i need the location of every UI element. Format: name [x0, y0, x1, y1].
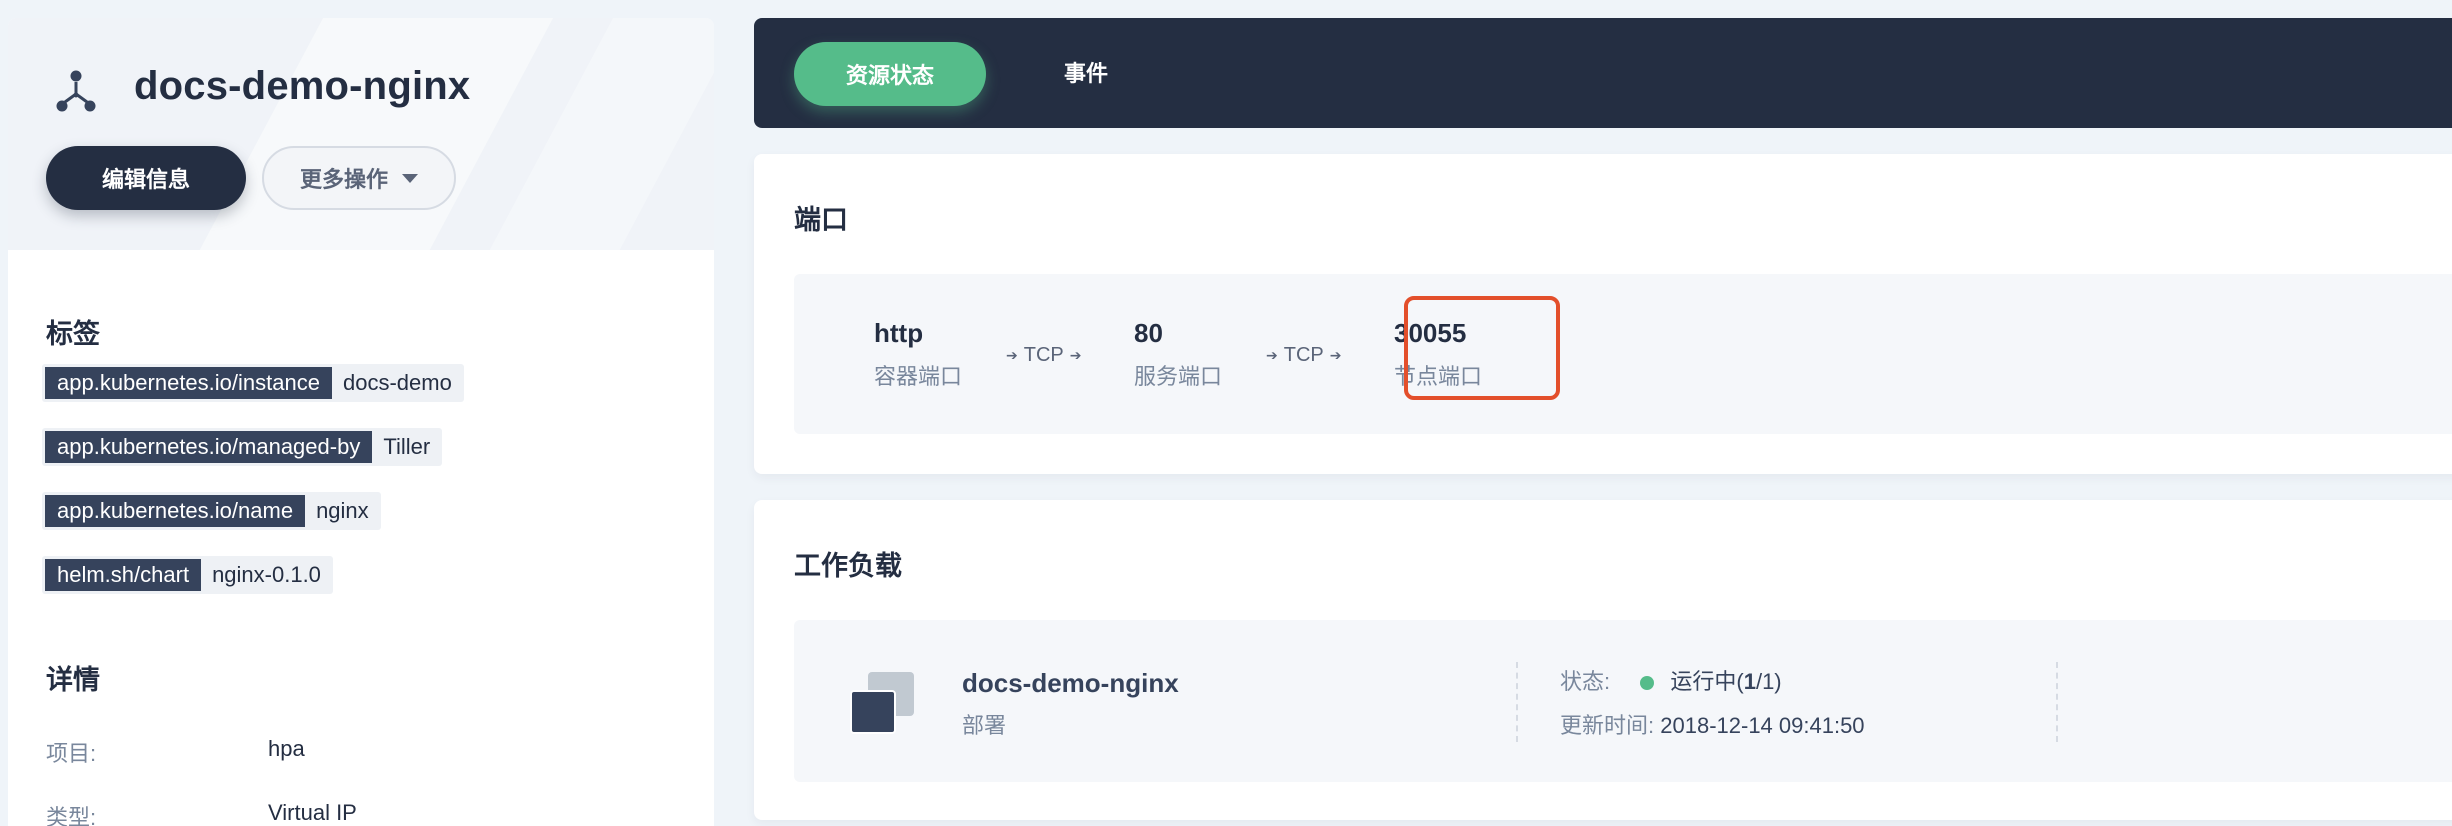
protocol-label: TCP [1023, 344, 1064, 366]
tag-item: app.kubernetes.io/managed-by Tiller [42, 428, 443, 466]
tag-value: docs-demo [342, 370, 452, 395]
service-port-value: 80 [1134, 318, 1163, 348]
deployment-icon [850, 672, 914, 736]
detail-label-type: 类型: [46, 805, 97, 826]
arrow-right-icon: ➔ [1006, 347, 1018, 363]
more-actions-label: 更多操作 [299, 167, 388, 192]
workload-name[interactable]: docs-demo-nginx [962, 668, 1179, 699]
detail-label-project: 项目: [46, 741, 97, 766]
tab-bar: 资源状态 事件 [754, 18, 2452, 128]
ports-card: 端口 http 容器端口 ➔ TCP ➔ 80 服务端口 ➔ TCP ➔ 300… [754, 154, 2452, 474]
deployment-icon-front [850, 690, 896, 734]
tag-value: nginx-0.1.0 [212, 562, 321, 587]
tag-item: helm.sh/chart nginx-0.1.0 [42, 556, 333, 594]
status-value-suffix: /1) [1755, 669, 1782, 694]
service-name: docs-demo-nginx [134, 64, 471, 108]
tag-item: app.kubernetes.io/instance docs-demo [42, 364, 464, 402]
status-label: 状态: [1560, 669, 1611, 694]
updated-label: 更新时间: [1560, 713, 1655, 738]
arrow-right-icon: ➔ [1329, 347, 1342, 363]
protocol-arrow: ➔ TCP ➔ [1006, 344, 1081, 367]
tab-resource-status[interactable]: 资源状态 [794, 42, 986, 106]
protocol-label: TCP [1283, 344, 1324, 366]
workloads-title: 工作负载 [794, 551, 902, 581]
container-port-value: http [874, 318, 924, 348]
node-port-highlight [1404, 296, 1560, 400]
protocol-arrow: ➔ TCP ➔ [1266, 344, 1341, 367]
tag-key: app.kubernetes.io/name [45, 495, 306, 527]
divider [2056, 662, 2058, 742]
tag-key: helm.sh/chart [45, 559, 202, 591]
status-value-prefix: 运行中( [1670, 669, 1744, 694]
service-header: docs-demo-nginx 编辑信息 更多操作 [8, 18, 714, 250]
container-port-label: 容器端口 [874, 364, 963, 389]
status-ready-count: 1 [1743, 669, 1756, 694]
arrow-right-icon: ➔ [1266, 347, 1278, 363]
caret-down-icon [402, 173, 418, 183]
tag-value: nginx [316, 498, 369, 523]
tab-events[interactable]: 事件 [1064, 42, 1108, 106]
workloads-card: 工作负载 docs-demo-nginx 部署 状态: 运行中(1/1) 更新时… [754, 500, 2452, 820]
tag-key: app.kubernetes.io/instance [45, 367, 332, 399]
updated-value: 2018-12-14 09:41:50 [1660, 713, 1865, 738]
workload-updated: 更新时间: 2018-12-14 09:41:50 [1560, 708, 1865, 740]
tag-list: app.kubernetes.io/instance docs-demo app… [42, 364, 464, 620]
tag-key: app.kubernetes.io/managed-by [45, 431, 373, 463]
arrow-right-icon: ➔ [1069, 347, 1082, 363]
service-port-label: 服务端口 [1134, 364, 1223, 389]
container-port: http 容器端口 [874, 318, 962, 391]
workload-type: 部署 [962, 713, 1007, 738]
ports-box: http 容器端口 ➔ TCP ➔ 80 服务端口 ➔ TCP ➔ 30055 … [794, 274, 2452, 434]
divider [1516, 662, 1518, 742]
workload-status: 状态: 运行中(1/1) [1560, 664, 1782, 696]
detail-value-project: hpa [268, 736, 305, 761]
details-title: 详情 [46, 665, 100, 695]
service-port: 80 服务端口 [1134, 318, 1222, 391]
service-detail-panel: docs-demo-nginx 编辑信息 更多操作 标签 app.kuberne… [8, 18, 714, 826]
status-dot-icon [1640, 676, 1655, 691]
tag-value: Tiller [383, 434, 431, 459]
ports-title: 端口 [794, 205, 848, 235]
service-topology-icon [56, 70, 96, 112]
tag-item: app.kubernetes.io/name nginx [42, 492, 381, 530]
edit-info-button[interactable]: 编辑信息 [46, 146, 246, 210]
labels-title: 标签 [46, 319, 100, 349]
workload-item[interactable]: docs-demo-nginx 部署 状态: 运行中(1/1) 更新时间: 20… [794, 620, 2452, 782]
detail-value-type: Virtual IP [268, 800, 357, 825]
more-actions-button[interactable]: 更多操作 [262, 146, 456, 210]
